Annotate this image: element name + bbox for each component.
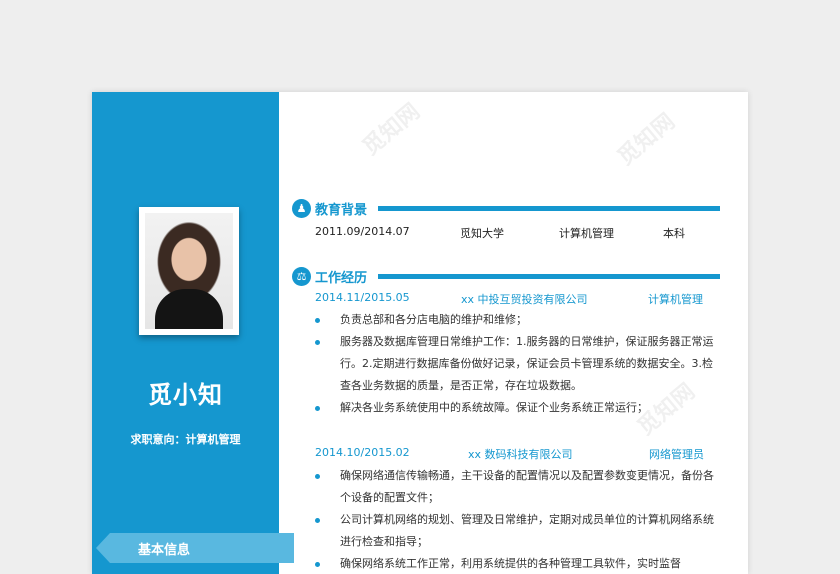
job-position: 网络管理员 <box>649 448 704 461</box>
job-duties: 确保网络通信传输畅通，主干设备的配置情况以及配置参数变更情况，备份各个设备的配置… <box>314 465 720 574</box>
list-item: 公司计算机网络的规划、管理及日常维护，定期对成员单位的计算机网络系统进行检查和指… <box>314 509 720 553</box>
avatar <box>145 213 233 329</box>
basic-info-tab[interactable]: 基本信息 <box>96 533 294 563</box>
list-item: 负责总部和各分店电脑的维护和维修； <box>314 309 720 331</box>
education-header: ♟ 教育背景 <box>292 199 720 219</box>
list-item: 确保网络通信传输畅通，主干设备的配置情况以及配置参数变更情况，备份各个设备的配置… <box>314 465 720 509</box>
edu-period: 2011.09/2014.07 <box>315 225 410 238</box>
balance-icon: ⚖ <box>292 267 311 286</box>
job-period: 2014.11/2015.05 <box>315 291 410 304</box>
edu-major: 计算机管理 <box>559 227 614 240</box>
resume-page: 觅知网 觅知网 觅知网 觅知网 觅知网 觅小知 求职意向：计算机管理 基本信息 … <box>92 92 748 574</box>
people-icon: ♟ <box>292 199 311 218</box>
list-item: 解决各业务系统使用中的系统故障。保证个业务系统正常运行； <box>314 397 720 419</box>
job-header: 2014.11/2015.05 xx 中投互贸投资有限公司 计算机管理 <box>315 291 735 307</box>
divider <box>378 206 720 211</box>
job-intent: 求职意向：计算机管理 <box>130 433 241 446</box>
work-header: ⚖ 工作经历 <box>292 267 720 287</box>
section-title: 工作经历 <box>315 271 368 286</box>
basic-info-label: 基本信息 <box>138 543 191 558</box>
list-item: 服务器及数据库管理日常维护工作：1.服务器的日常维护，保证服务器正常运行。2.定… <box>314 331 720 397</box>
edu-degree: 本科 <box>663 227 685 240</box>
job-position: 计算机管理 <box>648 293 703 306</box>
job-company: xx 中投互贸投资有限公司 <box>461 293 588 306</box>
job-header: 2014.10/2015.02 xx 数码科技有限公司 网络管理员 <box>315 446 735 462</box>
profile-photo <box>139 207 239 335</box>
profile-sidebar: 觅小知 求职意向：计算机管理 <box>92 92 279 574</box>
edu-school: 觅知大学 <box>460 227 504 240</box>
list-item: 确保网络系统工作正常，利用系统提供的各种管理工具软件，实时监督 <box>314 553 720 574</box>
job-duties: 负责总部和各分店电脑的维护和维修； 服务器及数据库管理日常维护工作：1.服务器的… <box>314 309 720 419</box>
job-period: 2014.10/2015.02 <box>315 446 410 459</box>
divider <box>378 274 720 279</box>
job-company: xx 数码科技有限公司 <box>468 448 573 461</box>
resume-main: ♟ 教育背景 2011.09/2014.07 觅知大学 计算机管理 本科 ⚖ 工… <box>292 92 732 574</box>
candidate-name: 觅小知 <box>148 381 223 409</box>
section-title: 教育背景 <box>315 203 368 218</box>
education-row: 2011.09/2014.07 觅知大学 计算机管理 本科 <box>315 225 735 241</box>
